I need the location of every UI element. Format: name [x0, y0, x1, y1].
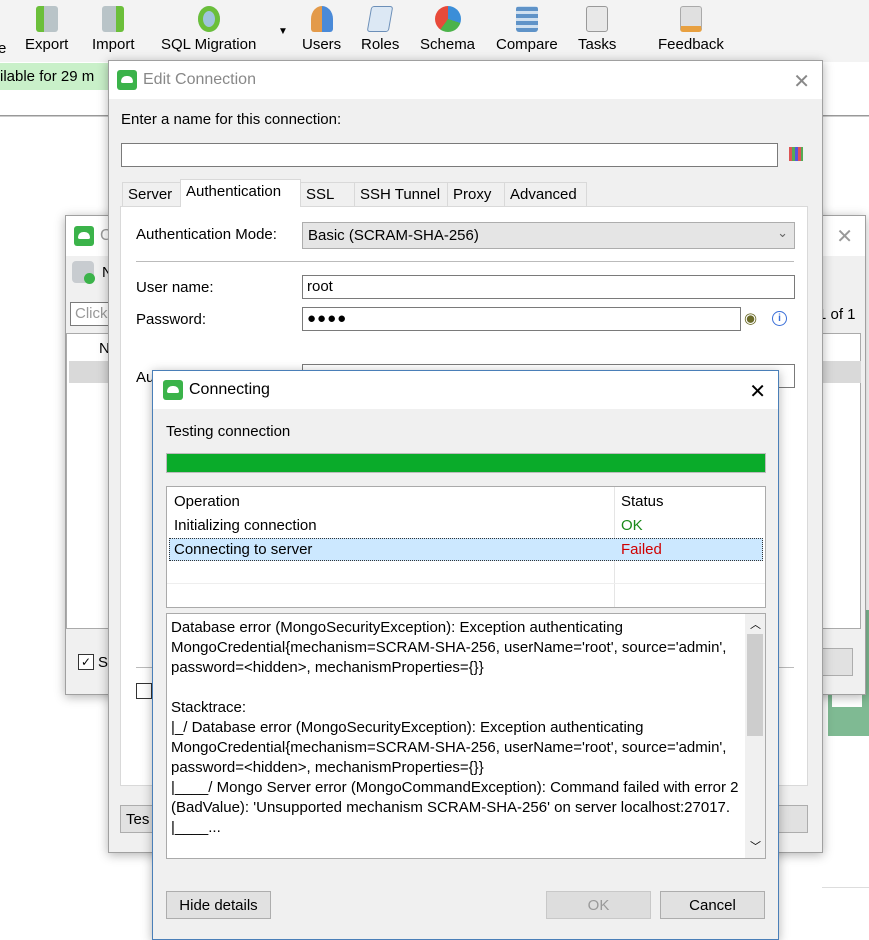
toolbar-schema[interactable]: Schema — [420, 6, 475, 53]
tab-authentication[interactable]: Authentication — [180, 179, 301, 207]
tab-proxy[interactable]: Proxy — [447, 182, 505, 206]
checkbox[interactable]: ✓ — [78, 654, 94, 670]
close-icon[interactable]: ✕ — [793, 69, 810, 94]
column-header-status: Status — [621, 493, 664, 510]
dropdown-arrow-icon[interactable]: ▼ — [278, 26, 288, 37]
status-text: Testing connection — [166, 423, 291, 440]
table-row-selected[interactable]: Connecting to server Failed — [169, 538, 763, 561]
checkbox[interactable] — [136, 683, 152, 699]
sql-migration-icon — [197, 6, 220, 32]
scrollbar[interactable]: ︿ ﹀ — [745, 614, 765, 858]
username-label: User name: — [136, 279, 214, 296]
color-picker-icon[interactable] — [789, 147, 803, 161]
checkbox-label: S — [98, 654, 109, 671]
bg-button[interactable] — [821, 648, 853, 676]
toolbar-label: Users — [302, 36, 342, 53]
toolbar-sql-migration[interactable]: SQL Migration — [161, 6, 256, 53]
import-icon — [102, 6, 125, 32]
toolbar-label: Roles — [361, 36, 400, 53]
progress-bar — [166, 453, 766, 473]
toolbar-feedback[interactable]: Feedback — [658, 6, 724, 53]
auth-mode-label: Authentication Mode: — [136, 226, 277, 243]
app-logo-icon — [117, 70, 137, 90]
title-bar: Connecting ✕ — [153, 371, 778, 409]
export-icon — [35, 6, 58, 32]
username-input[interactable]: root — [302, 275, 795, 299]
table-row[interactable]: Initializing connection OK — [167, 514, 765, 538]
compare-icon — [515, 6, 538, 32]
tab-ssh-tunnel[interactable]: SSH Tunnel — [354, 182, 448, 206]
pager-text: 1 of 1 — [818, 306, 856, 323]
connection-name-input[interactable] — [121, 143, 778, 167]
column-header-operation: Operation — [174, 493, 240, 510]
scroll-up-icon[interactable]: ︿ — [750, 616, 761, 632]
scroll-down-icon[interactable]: ﹀ — [750, 838, 761, 854]
error-details-text: Database error (MongoSecurityException):… — [171, 619, 739, 836]
dialog-title: Edit Connection — [143, 71, 256, 88]
users-icon — [310, 6, 333, 32]
error-details[interactable]: Database error (MongoSecurityException):… — [166, 613, 766, 859]
schema-pie-icon — [434, 6, 461, 32]
toolbar-label: Export — [25, 36, 69, 53]
dialog-title: Connecting — [189, 381, 270, 398]
toolbar-roles[interactable]: Roles — [361, 6, 399, 53]
toolbar-users[interactable]: Users — [302, 6, 341, 53]
title-bar: Edit Connection ✕ — [109, 61, 822, 99]
progress-fill — [167, 454, 765, 472]
trial-banner: ilable for 29 m — [0, 63, 110, 90]
status-failed: Failed — [621, 541, 662, 558]
toolbar-label: SQL Migration — [161, 36, 257, 53]
status-ok: OK — [621, 517, 643, 534]
password-input[interactable]: ●●●● — [302, 307, 741, 331]
toolbar-item-partial[interactable]: e — [0, 40, 6, 57]
tasks-icon — [586, 6, 609, 32]
tab-server[interactable]: Server — [122, 182, 181, 206]
close-icon[interactable]: ✕ — [749, 379, 766, 404]
divider — [822, 887, 869, 888]
roles-icon — [366, 6, 394, 32]
toolbar-label: Import — [92, 36, 135, 53]
auth-mode-select[interactable]: Basic (SCRAM-SHA-256) ⌄ — [302, 222, 795, 249]
ok-button[interactable]: OK — [546, 891, 651, 919]
feedback-icon — [679, 6, 702, 32]
toolbar-label: Feedback — [658, 36, 724, 53]
new-connection-icon[interactable] — [72, 261, 95, 284]
tab-advanced[interactable]: Advanced — [504, 182, 587, 206]
operation-cell: Connecting to server — [174, 541, 313, 558]
connecting-dialog: Connecting ✕ Testing connection Operatio… — [152, 370, 779, 940]
toolbar-label: Compare — [496, 36, 558, 53]
separator — [136, 261, 794, 262]
toolbar-import[interactable]: Import — [92, 6, 135, 53]
info-icon[interactable]: i — [772, 311, 787, 326]
operation-cell: Initializing connection — [174, 517, 317, 534]
close-icon[interactable]: ✕ — [836, 224, 853, 249]
toolbar-label: e — [0, 40, 7, 57]
scrollbar-thumb[interactable] — [747, 634, 763, 736]
toolbar-label: Tasks — [578, 36, 617, 53]
toolbar-compare[interactable]: Compare — [496, 6, 558, 53]
toolbar-export[interactable]: Export — [25, 6, 68, 53]
toolbar-label: Schema — [420, 36, 476, 53]
password-label: Password: — [136, 311, 207, 328]
cancel-button[interactable]: Cancel — [660, 891, 765, 919]
eye-icon[interactable]: ◉ — [744, 309, 757, 327]
tab-ssl[interactable]: SSL — [300, 182, 355, 206]
chevron-down-icon: ⌄ — [777, 225, 788, 240]
toolbar-tasks[interactable]: Tasks — [578, 6, 616, 53]
hide-details-button[interactable]: Hide details — [166, 891, 271, 919]
operations-table: Operation Status Initializing connection… — [166, 486, 766, 608]
app-logo-icon — [163, 380, 183, 400]
auth-mode-value: Basic (SCRAM-SHA-256) — [308, 227, 479, 244]
main-toolbar: e Export Import SQL Migration ▼ Users Ro… — [0, 0, 869, 62]
name-label: Enter a name for this connection: — [121, 111, 342, 128]
app-logo-icon — [74, 226, 94, 246]
